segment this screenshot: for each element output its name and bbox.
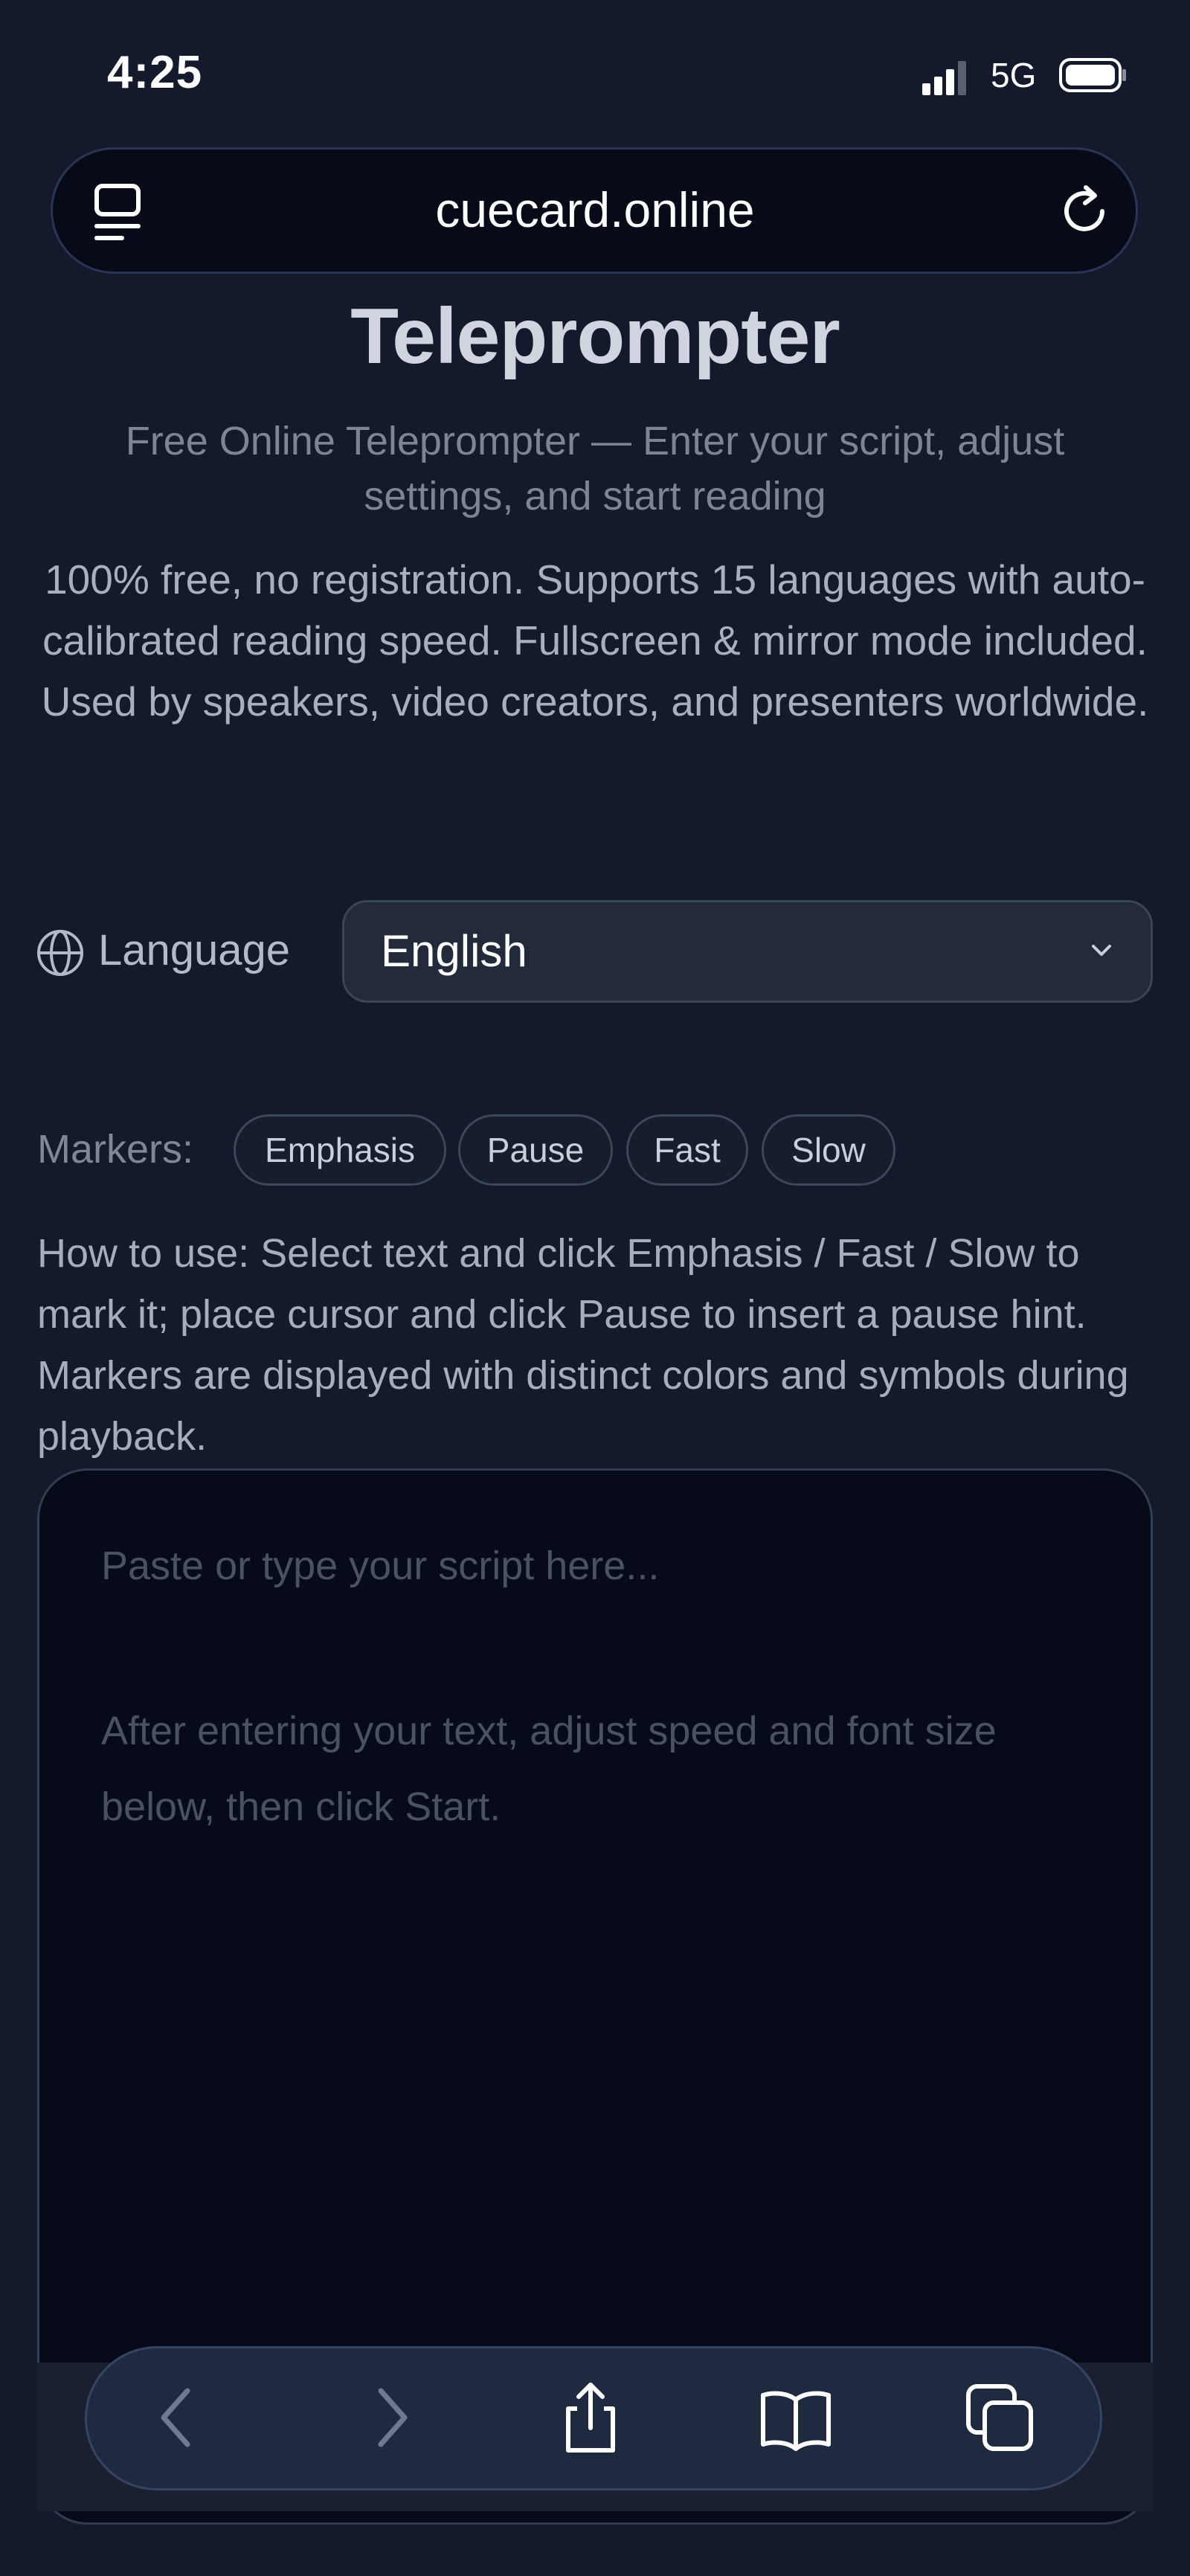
marker-emphasis-button[interactable]: Emphasis: [234, 1114, 446, 1186]
reader-menu-icon[interactable]: [92, 183, 146, 242]
how-to-text: How to use: Select text and click Emphas…: [37, 1231, 1129, 1459]
bookmarks-icon[interactable]: [759, 2380, 833, 2455]
network-label: 5G: [991, 56, 1037, 94]
page-title: Teleprompter: [350, 292, 840, 380]
chevron-down-icon[interactable]: [1090, 943, 1113, 958]
status-time: 4:25: [107, 47, 203, 98]
markers-label: Markers:: [37, 1127, 194, 1172]
marker-slow-button[interactable]: Slow: [762, 1114, 895, 1186]
back-icon[interactable]: [141, 2380, 216, 2455]
url-text[interactable]: cuecard.online: [223, 182, 967, 238]
signal-icon: [922, 61, 966, 95]
language-label: Language: [98, 926, 291, 974]
share-icon[interactable]: [553, 2380, 628, 2455]
page-description: 100% free, no registration. Supports 15 …: [41, 556, 1149, 725]
language-selected-value[interactable]: English: [381, 925, 527, 977]
forward-icon[interactable]: [353, 2380, 427, 2455]
marker-pause-button[interactable]: Pause: [458, 1114, 613, 1186]
script-placeholder-line2: After entering your text, adjust speed a…: [101, 1709, 997, 1829]
marker-fast-button[interactable]: Fast: [626, 1114, 748, 1186]
page-subtitle: Free Online Teleprompter — Enter your sc…: [125, 419, 1065, 518]
globe-icon: [37, 930, 83, 976]
battery-icon: [1059, 58, 1126, 92]
reload-icon[interactable]: [1056, 183, 1113, 240]
tabs-icon[interactable]: [962, 2380, 1037, 2455]
script-placeholder-line1: Paste or type your script here...: [101, 1544, 660, 1588]
